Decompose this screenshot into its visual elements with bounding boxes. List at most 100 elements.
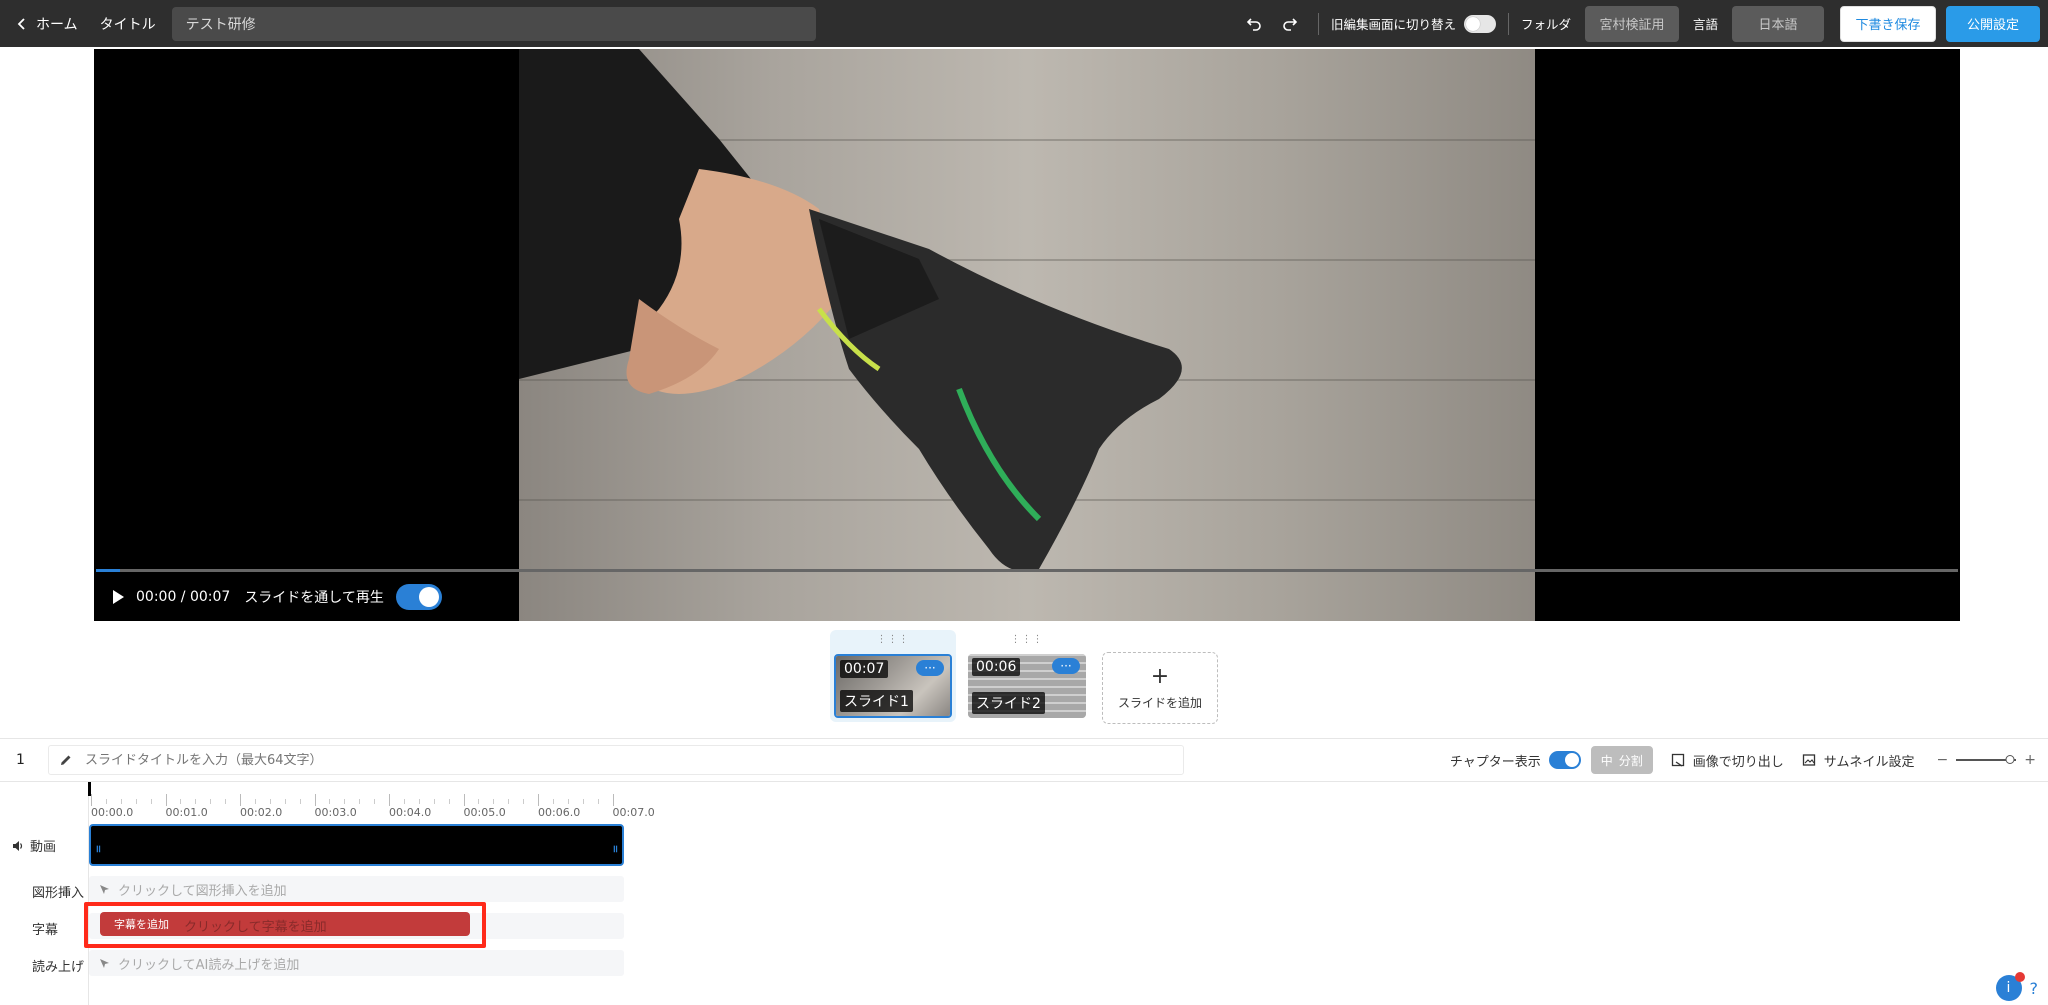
thumbnail-settings-label: サムネイル設定 (1823, 754, 1915, 770)
ruler-major-tick (91, 794, 92, 806)
ruler-minor-tick (210, 799, 212, 804)
ruler-major-tick (538, 794, 539, 806)
ruler-minor-tick (180, 799, 182, 804)
ruler-tick-label: 00:07.0 (612, 806, 655, 819)
slide-1[interactable]: ⋮⋮⋮ 00:07 スライド1 ··· (830, 630, 956, 722)
zoom-out-button[interactable]: − (1937, 752, 1949, 768)
ruler-minor-tick (254, 799, 256, 804)
ruler-tick-label: 00:04.0 (389, 806, 432, 819)
ruler-minor-tick (269, 799, 271, 804)
split-label: 分割 (1618, 753, 1643, 768)
title-input[interactable] (171, 6, 816, 41)
slide-title-input[interactable] (85, 752, 1145, 768)
add-slide-button[interactable]: + スライドを追加 (1102, 652, 1218, 724)
ruler-minor-tick (225, 799, 227, 804)
track-label-narration: 読み上げ (32, 960, 85, 975)
shapes-lane-hint: クリックして図形挿入を追加 (118, 883, 287, 899)
track-label-captions: 字幕 (32, 923, 59, 938)
slide-2[interactable]: ⋮⋮⋮ 00:06 スライド2 ··· (964, 630, 1090, 722)
time-ruler[interactable]: 00:00.0 00:01.0 00:02.0 00:03.0 00:04.0 00:05… (89, 782, 655, 819)
video-progress-bar[interactable] (96, 569, 1958, 572)
divider (1507, 12, 1509, 35)
ruler-minor-tick (359, 799, 361, 804)
more-options-button[interactable]: ··· (1052, 658, 1080, 674)
old-editor-toggle[interactable] (1463, 14, 1496, 33)
save-draft-button[interactable]: 下書き保存 (1840, 5, 1936, 42)
slide-title-field[interactable] (48, 745, 1184, 775)
chapter-display-label: チャプター表示 (1449, 754, 1541, 770)
old-editor-label: 旧編集画面に切り替え (1330, 17, 1456, 32)
ruler-minor-tick (418, 799, 420, 804)
more-options-button[interactable]: ··· (916, 660, 944, 676)
plus-icon: + (1150, 663, 1170, 689)
zoom-in-button[interactable]: + (2024, 752, 2036, 768)
ruler-minor-tick (403, 799, 405, 804)
slide-number: 1 (16, 752, 25, 768)
video-track-clip[interactable]: ॥ ॥ (89, 824, 624, 866)
add-slide-label: スライドを追加 (1117, 695, 1202, 710)
home-back-button[interactable]: ホーム (16, 14, 78, 34)
ruler-tick-label: 00:01.0 (165, 806, 208, 819)
ruler-minor-tick (150, 799, 152, 804)
ruler-minor-tick (120, 799, 122, 804)
clip-handle-left[interactable]: ॥ (95, 841, 101, 855)
video-frame (519, 49, 1535, 621)
ruler-major-tick (389, 794, 390, 806)
publish-settings-button[interactable]: 公開設定 (1946, 5, 2040, 42)
ruler-minor-tick (582, 799, 584, 804)
ruler-minor-tick (493, 799, 495, 804)
slide-thumbnail[interactable]: 00:07 スライド1 ··· (834, 654, 952, 718)
help-button[interactable]: ? (2030, 979, 2039, 998)
ruler-minor-tick (105, 799, 107, 804)
play-through-toggle[interactable] (395, 584, 442, 610)
ruler-major-tick (314, 794, 316, 806)
slide-duration: 00:06 (972, 658, 1021, 676)
crop-by-image-button[interactable]: 画像で切り出し (1671, 751, 1784, 770)
narration-lane-hint: クリックしてAI読み上げを追加 (118, 957, 300, 973)
ruler-minor-tick (448, 799, 450, 804)
ruler-minor-tick (195, 799, 197, 804)
cursor-icon (100, 884, 109, 894)
clip-handle-right[interactable]: ॥ (612, 841, 618, 855)
cursor-icon (100, 958, 109, 968)
timeline: 00:00.0 00:01.0 00:02.0 00:03.0 00:04.0 00:05… (0, 782, 2048, 1005)
undo-button[interactable] (1242, 12, 1266, 36)
drag-handle-icon[interactable]: ⋮⋮⋮ (1011, 634, 1044, 645)
ruler-minor-tick (329, 799, 331, 804)
ruler-minor-tick (433, 799, 435, 804)
redo-button[interactable] (1278, 12, 1302, 36)
ruler-minor-tick (135, 799, 137, 804)
chevron-left-icon (17, 17, 25, 30)
zoom-slider[interactable] (1956, 755, 2017, 764)
info-button[interactable]: i (1995, 972, 2025, 1001)
video-progress-fill (96, 569, 121, 572)
narration-lane[interactable]: クリックしてAI読み上げを追加 (89, 950, 624, 976)
ruler-minor-tick (552, 799, 554, 804)
play-through-label: スライドを通して再生 (244, 590, 384, 606)
zoom-slider-knob[interactable] (2005, 755, 2015, 764)
ruler-minor-tick (597, 799, 599, 804)
ruler-tick-label: 00:00.0 (91, 806, 134, 819)
language-select[interactable]: 日本語 (1732, 5, 1824, 42)
ruler-major-tick (463, 794, 465, 806)
ruler-minor-tick (567, 799, 569, 804)
divider (1317, 12, 1319, 35)
speaker-icon[interactable] (12, 840, 24, 852)
folder-select[interactable]: 宮村検証用 (1584, 5, 1679, 42)
thumbnail-settings-button[interactable]: サムネイル設定 (1802, 751, 1915, 770)
chapter-display-toggle[interactable] (1548, 751, 1581, 769)
language-label: 言語 (1692, 17, 1718, 32)
playhead[interactable] (88, 782, 91, 796)
play-icon[interactable] (110, 589, 126, 605)
info-icon: i (2006, 980, 2011, 996)
split-button[interactable]: 中 分割 (1590, 746, 1653, 774)
slide-thumbnail[interactable]: 00:06 スライド2 ··· (968, 654, 1086, 718)
top-bar: ホーム タイトル 旧編集画面に切り替え フォルダ 宮村検証用 言語 日本語 下書… (0, 0, 2048, 47)
shapes-lane[interactable]: クリックして図形挿入を追加 (89, 876, 624, 902)
drag-handle-icon[interactable]: ⋮⋮⋮ (877, 634, 910, 645)
track-label-shapes: 図形挿入 (32, 886, 85, 901)
slide-duration: 00:07 (840, 660, 889, 678)
video-preview[interactable]: 00:00 / 00:07 スライドを通して再生 (94, 49, 1960, 621)
notification-badge (2014, 972, 2025, 982)
ruler-minor-tick (508, 799, 510, 804)
